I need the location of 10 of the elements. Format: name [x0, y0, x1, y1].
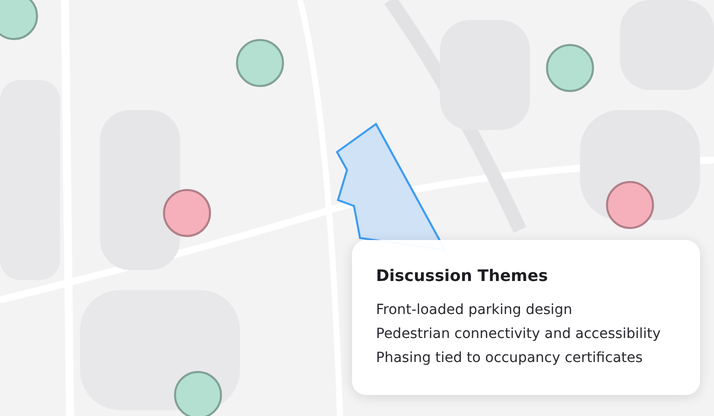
map-marker[interactable] [236, 39, 284, 87]
map-marker[interactable] [0, 0, 38, 40]
theme-item: Pedestrian connectivity and accessibility [376, 325, 662, 343]
map-marker[interactable] [163, 189, 211, 237]
card-title: Discussion Themes [376, 266, 549, 285]
theme-item: Phasing tied to occupancy certificates [376, 349, 644, 367]
map-marker[interactable] [174, 371, 222, 416]
map-marker[interactable] [606, 181, 654, 229]
theme-item: Front-loaded parking design [376, 301, 574, 319]
map-marker[interactable] [546, 44, 594, 92]
